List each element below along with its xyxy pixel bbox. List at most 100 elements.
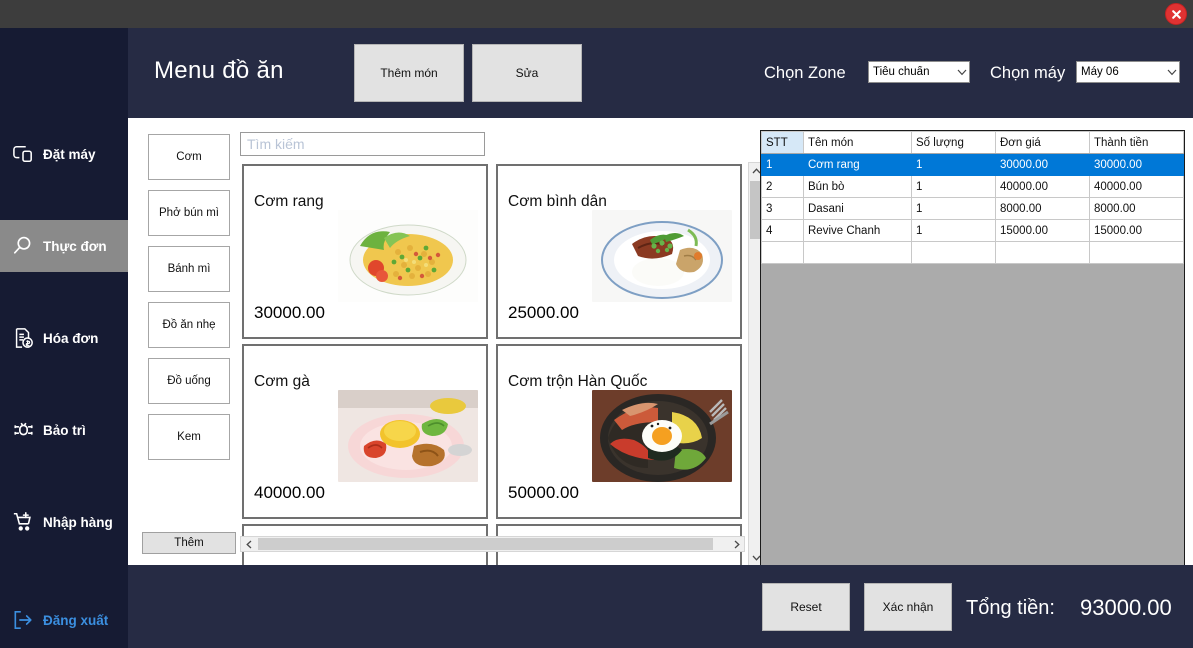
total-label: Tổng tiền: — [966, 597, 1055, 619]
cards-horizontal-scrollbar[interactable] — [240, 536, 745, 552]
table-row[interactable]: 2 Bún bò 1 40000.00 40000.00 — [761, 175, 1184, 198]
cell-total: 30000.00 — [1089, 153, 1184, 176]
category-button-do-uong[interactable]: Đồ uống — [148, 358, 230, 404]
close-icon[interactable] — [1165, 3, 1187, 25]
cell-qty: 1 — [911, 153, 996, 176]
sidebar-item-label: Hóa đơn — [43, 330, 99, 346]
category-button-banh-mi[interactable]: Bánh mì — [148, 246, 230, 292]
menu-card-price: 30000.00 — [254, 303, 325, 322]
menu-card[interactable]: Cơm bình dân 25000.00 — [496, 164, 742, 339]
menu-card-price: 25000.00 — [508, 303, 579, 322]
total-value: 93000.00 — [1080, 595, 1172, 620]
cell-total: 15000.00 — [1089, 219, 1184, 242]
cell-stt: 3 — [761, 197, 804, 220]
app-window: Đặt máy Thực đơn Hóa đơn Bảo trì Nhập hà… — [0, 0, 1193, 648]
category-button-kem[interactable]: Kem — [148, 414, 230, 460]
search-placeholder: Tìm kiếm — [247, 136, 305, 152]
category-button-com[interactable]: Cơm — [148, 134, 230, 180]
order-table: STT Tên món Số lượng Đơn giá Thành tiền … — [761, 131, 1184, 264]
add-category-button[interactable]: Thêm — [142, 532, 236, 554]
menu-card-name: Cơm bình dân — [508, 193, 607, 210]
machine-label: Chọn máy — [990, 64, 1066, 82]
cell-price — [995, 241, 1090, 264]
cell-stt: 1 — [761, 153, 804, 176]
page-title: Menu đồ ăn — [154, 57, 284, 84]
cell-total: 8000.00 — [1089, 197, 1184, 220]
column-header-price: Đơn giá — [995, 131, 1090, 154]
title-bar — [0, 0, 1193, 28]
column-header-name: Tên món — [803, 131, 912, 154]
cell-price: 40000.00 — [995, 175, 1090, 198]
sidebar-item-dang-xuat[interactable]: Đăng xuất — [0, 594, 128, 646]
cell-price: 15000.00 — [995, 219, 1090, 242]
column-header-stt: STT — [761, 131, 804, 154]
sidebar-item-thuc-don[interactable]: Thực đơn — [0, 220, 128, 272]
cell-qty: 1 — [911, 197, 996, 220]
menu-card-image — [338, 210, 478, 302]
cell-name — [803, 241, 912, 264]
sidebar-item-dat-may[interactable]: Đặt máy — [0, 128, 128, 180]
category-button-do-an-nhe[interactable]: Đồ ăn nhẹ — [148, 302, 230, 348]
cell-total — [1089, 241, 1184, 264]
zone-label: Chọn Zone — [764, 64, 846, 82]
menu-card[interactable]: Cơm trộn Hàn Quốc 50000.00 — [496, 344, 742, 519]
cell-stt — [761, 241, 804, 264]
table-row[interactable]: 3 Dasani 1 8000.00 8000.00 — [761, 197, 1184, 220]
edit-button[interactable]: Sửa — [472, 44, 582, 102]
menu-card[interactable]: Cơm rang 30000.00 — [242, 164, 488, 339]
table-header-row: STT Tên món Số lượng Đơn giá Thành tiền — [761, 131, 1184, 154]
zone-select[interactable]: Tiêu chuẩn — [868, 61, 970, 83]
invoice-dollar-icon — [10, 325, 36, 351]
scroll-right-icon[interactable] — [729, 537, 744, 551]
column-header-qty: Số lượng — [911, 131, 996, 154]
menu-card-name: Cơm gà — [254, 373, 310, 390]
cell-price: 30000.00 — [995, 153, 1090, 176]
category-button-pho-bun-mi[interactable]: Phở bún mì — [148, 190, 230, 236]
cell-name: Revive Chanh — [803, 219, 912, 242]
confirm-button[interactable]: Xác nhận — [864, 583, 952, 631]
cell-qty: 1 — [911, 175, 996, 198]
menu-card-price: 40000.00 — [254, 483, 325, 502]
horizontal-scroll-thumb[interactable] — [258, 538, 713, 550]
table-row[interactable]: 4 Revive Chanh 1 15000.00 15000.00 — [761, 219, 1184, 242]
logout-icon — [10, 607, 36, 633]
category-list: Cơm Phở bún mì Bánh mì Đồ ăn nhẹ Đồ uống… — [148, 134, 230, 470]
computer-icon — [10, 141, 36, 167]
cell-price: 8000.00 — [995, 197, 1090, 220]
footer-bar: Reset Xác nhận Tổng tiền: 93000.00 — [128, 565, 1193, 648]
add-item-button[interactable]: Thêm món — [354, 44, 464, 102]
chevron-down-icon — [955, 69, 969, 76]
sidebar-item-label: Đăng xuất — [43, 612, 109, 628]
sidebar-item-label: Bảo trì — [43, 422, 86, 438]
header-bar: Menu đồ ăn Thêm món Sửa Chọn Zone Tiêu c… — [128, 28, 1193, 118]
reset-button[interactable]: Reset — [762, 583, 850, 631]
cell-qty: 1 — [911, 219, 996, 242]
sidebar-item-label: Đặt máy — [43, 146, 96, 162]
cell-total: 40000.00 — [1089, 175, 1184, 198]
cell-qty — [911, 241, 996, 264]
menu-card-price: 50000.00 — [508, 483, 579, 502]
magnifier-icon — [10, 233, 36, 259]
table-row[interactable] — [761, 241, 1184, 264]
cell-name: Bún bò — [803, 175, 912, 198]
menu-card-name: Cơm rang — [254, 193, 324, 210]
cart-plus-icon — [10, 509, 36, 535]
table-row[interactable]: 1 Cơm rang 1 30000.00 30000.00 — [761, 153, 1184, 176]
cell-stt: 4 — [761, 219, 804, 242]
sidebar-item-hoa-don[interactable]: Hóa đơn — [0, 312, 128, 364]
machine-select[interactable]: Máy 06 — [1076, 61, 1180, 83]
sidebar-item-label: Nhập hàng — [43, 514, 113, 530]
cell-name: Dasani — [803, 197, 912, 220]
menu-card-image — [592, 210, 732, 302]
order-panel: STT Tên món Số lượng Đơn giá Thành tiền … — [760, 130, 1185, 570]
sidebar-item-nhap-hang[interactable]: Nhập hàng — [0, 496, 128, 548]
search-input[interactable]: Tìm kiếm — [240, 132, 485, 156]
sidebar: Đặt máy Thực đơn Hóa đơn Bảo trì Nhập hà… — [0, 28, 128, 648]
column-header-total: Thành tiền — [1089, 131, 1184, 154]
menu-card-image — [592, 390, 732, 482]
bug-maintenance-icon — [10, 417, 36, 443]
scroll-left-icon[interactable] — [241, 537, 256, 551]
menu-card[interactable]: Cơm gà 40000.00 — [242, 344, 488, 519]
sidebar-item-bao-tri[interactable]: Bảo trì — [0, 404, 128, 456]
cell-name: Cơm rang — [803, 153, 912, 176]
